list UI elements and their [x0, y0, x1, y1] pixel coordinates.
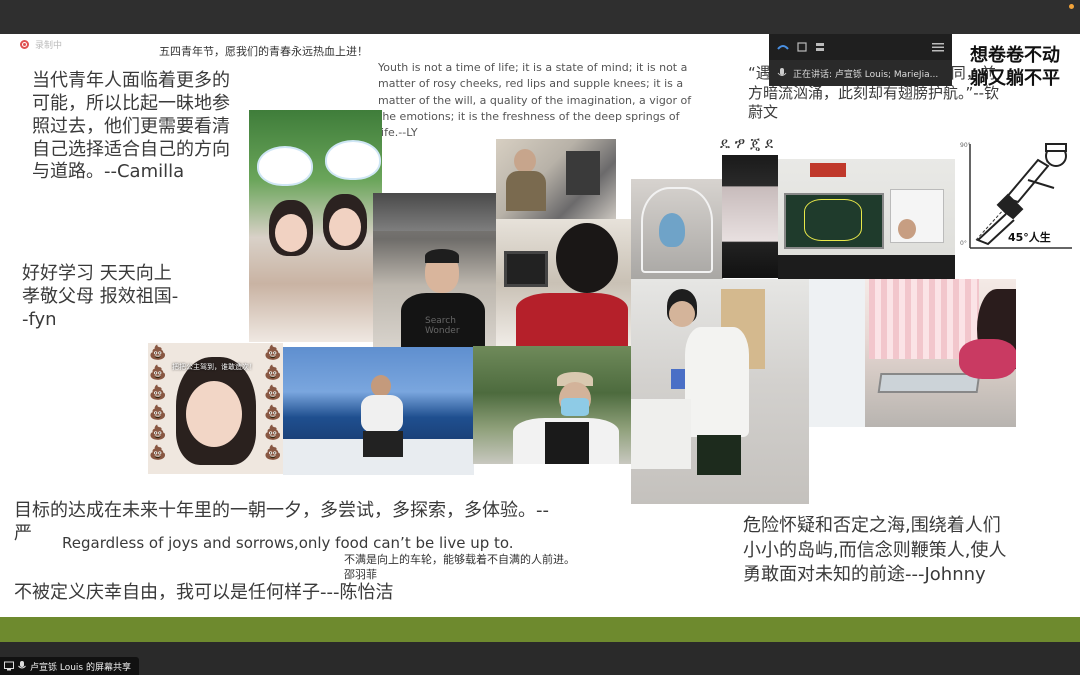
- photo-princess-sticker: 💩 💩 💩 💩 💩 💩 💩 💩 💩 💩 💩 💩 把把公主驾到，谁敢造次！: [148, 343, 283, 474]
- meme-axis-bottom: 0°: [960, 240, 967, 247]
- layout-icon[interactable]: [815, 42, 825, 52]
- screen-share-icon: [4, 661, 14, 671]
- cinnamoroll-sticker-icon: [327, 142, 379, 178]
- photo-studying-desk: [496, 139, 616, 221]
- photo-masked-person: [473, 346, 631, 464]
- header-note: 五四青年节，愿我们的青春永远热血上进！: [159, 45, 368, 58]
- recording-indicator[interactable]: 录制中: [20, 38, 62, 51]
- photo-boy-black-shirt: Search Wonder: [373, 193, 497, 347]
- quote-youth-english: Youth is not a time of life; it is a sta…: [378, 61, 692, 140]
- cinnamoroll-sticker-icon: [259, 148, 311, 184]
- microphone-icon[interactable]: [777, 67, 787, 79]
- quote-camilla: 当代青年人面临着更多的 可能，所以比起一昧地参 照过去，他们更需要看清 自己选择…: [32, 70, 230, 183]
- recording-label: 录制中: [35, 41, 63, 51]
- slide-bottom-bar: [0, 617, 1080, 642]
- gallery-view-icon[interactable]: [797, 42, 807, 52]
- photo-girl-tablet: [496, 219, 631, 347]
- quote-shao: 不满是向上的车轮，能够载着不自满的人前进。 邵羽菲: [344, 553, 575, 581]
- poop-emoji-column-right: 💩 💩 💩 💩 💩 💩: [264, 345, 282, 461]
- quote-johnny: 危险怀疑和否定之海,围绕着人们 小小的岛屿,而信念则鞭策人,使人 勇敢面对未知的…: [743, 515, 1007, 586]
- meeting-top-bar: [0, 0, 1080, 34]
- recording-icon: [20, 40, 29, 49]
- photo-classroom: [778, 159, 955, 279]
- princess-caption: 把把公主驾到，谁敢造次！: [172, 363, 256, 371]
- screen-share-text: 卢宣铄 Louis 的屏幕共享: [30, 662, 131, 673]
- photo-selfie-girls: [249, 110, 382, 342]
- symbol-row: ዴ ፇ ጄ ደ: [720, 134, 774, 152]
- microphone-icon: [18, 661, 26, 669]
- meme-axis-top: 90°: [960, 142, 971, 149]
- quote-food: Regardless of joys and sorrows,only food…: [62, 534, 514, 552]
- photo-boy-washing: [631, 279, 809, 504]
- quote-chen: 不被定义庆幸自由，我可以是任何样子---陈怡洁: [14, 582, 394, 603]
- meme-title: 想卷卷不动 躺又躺不平: [970, 45, 1060, 90]
- photo-tablet-drawing: [809, 279, 1016, 427]
- shared-screen: 录制中 五四青年节，愿我们的青春永远热血上进！ 当代青年人面临着更多的 可能，所…: [0, 34, 1080, 642]
- menu-icon[interactable]: [932, 42, 944, 52]
- screen-share-label[interactable]: 卢宣铄 Louis 的屏幕共享: [0, 657, 139, 675]
- status-dot-icon: [1069, 4, 1074, 9]
- meeting-bottom-bar: [0, 642, 1080, 675]
- meme-caption: 45°人生: [1008, 231, 1051, 244]
- quote-fyn: 好好学习 天天向上 孝敬父母 报效祖国- -fyn: [22, 263, 179, 330]
- photo-boy-boat: [283, 347, 474, 475]
- speaking-text: 正在讲话: 卢宣铄 Louis; MarieJia...: [793, 69, 939, 80]
- meme-45-degree: 90° 0° 45°人生: [958, 140, 1076, 252]
- speaker-panel[interactable]: 正在讲话: 卢宣铄 Louis; MarieJia...: [769, 34, 952, 86]
- photo-parrot-cage: [631, 179, 723, 279]
- shirt-text: Search Wonder: [425, 316, 460, 336]
- photo-dark-room: [722, 155, 778, 278]
- speaker-view-icon[interactable]: [777, 43, 789, 51]
- poop-emoji-column-left: 💩 💩 💩 💩 💩 💩: [149, 345, 167, 461]
